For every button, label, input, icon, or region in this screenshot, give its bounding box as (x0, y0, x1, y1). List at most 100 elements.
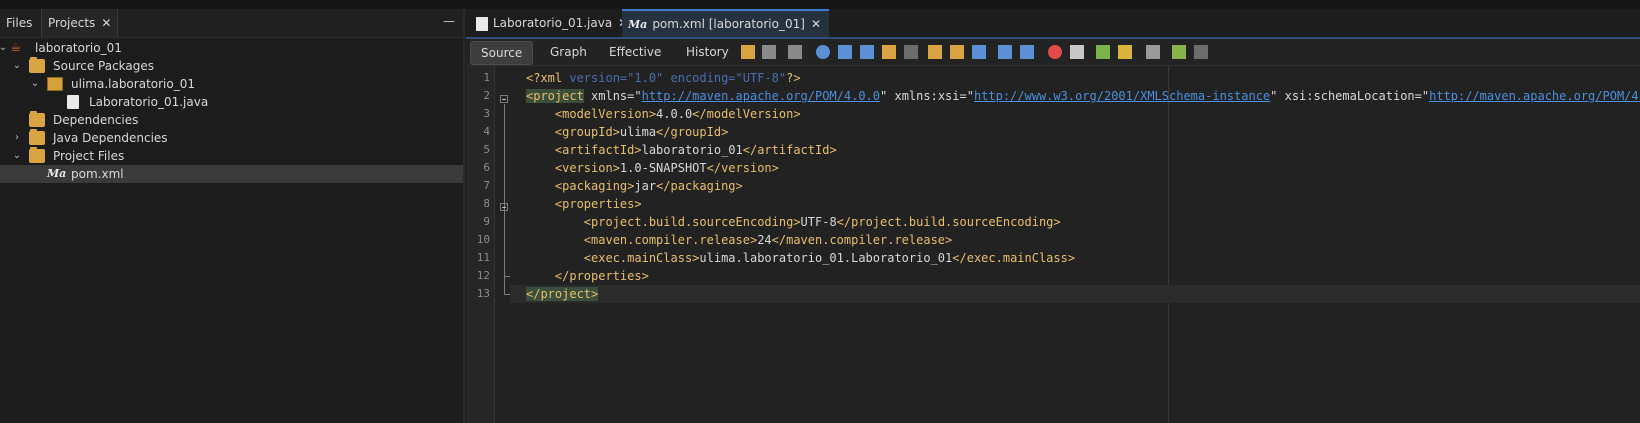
shift-left-icon[interactable] (998, 45, 1012, 59)
chevron-down-icon[interactable]: ⌄ (12, 147, 22, 165)
run-icon[interactable] (1146, 45, 1160, 59)
toggle-bookmark-icon[interactable] (972, 45, 986, 59)
tree-node-label: Project Files (53, 149, 125, 163)
maven-icon: Ma (628, 18, 648, 31)
view-effective-button[interactable]: Effective (599, 41, 671, 63)
tree-node-package[interactable]: ⌄ ulima.laboratorio_01 (0, 75, 463, 93)
rectangular-selection-icon[interactable] (904, 45, 918, 59)
line-number: 8 (483, 197, 490, 210)
maven-icon: Ma (47, 167, 67, 180)
line-number: 6 (483, 161, 490, 174)
find-next-icon[interactable] (860, 45, 874, 59)
fold-toggle[interactable] (500, 203, 508, 211)
line-number: 10 (476, 233, 490, 246)
fold-guide (504, 104, 505, 294)
fold-margin (496, 66, 510, 423)
code-line: <artifactId>laboratorio_01</artifactId> (526, 143, 837, 157)
last-edit-icon[interactable] (741, 45, 755, 59)
chevron-down-icon[interactable]: ⌄ (0, 39, 8, 57)
view-history-button[interactable]: History (676, 41, 739, 63)
editor-toolbar: Source Graph Effective History (466, 39, 1640, 66)
back-icon[interactable] (762, 45, 776, 59)
chevron-right-icon[interactable]: › (12, 129, 22, 147)
line-number: 9 (483, 215, 490, 228)
uncomment-icon[interactable] (1118, 45, 1132, 59)
chevron-down-icon[interactable]: ⌄ (12, 57, 22, 75)
line-number: 4 (483, 125, 490, 138)
tab-projects-label: Projects (48, 16, 96, 30)
tree-node-dependencies[interactable]: Dependencies (0, 111, 463, 129)
tab-projects[interactable]: Projects ✕ (41, 9, 119, 37)
line-number: 5 (483, 143, 490, 156)
fold-end (504, 276, 510, 277)
folder-icon (29, 147, 45, 163)
close-icon[interactable]: ✕ (811, 17, 821, 31)
toggle-highlight-icon[interactable] (882, 45, 896, 59)
code-line: <exec.mainClass>ulima.laboratorio_01.Lab… (526, 251, 1076, 265)
line-number: 2 (483, 89, 490, 102)
tree-node-label: Laboratorio_01.java (89, 95, 209, 109)
previous-bookmark-icon[interactable] (928, 45, 942, 59)
code-line-current: </project> (510, 285, 1640, 303)
code-line: <properties> (526, 197, 642, 211)
tree-node-label: pom.xml (71, 167, 124, 181)
panel-tabs: Files Projects ✕ — (0, 9, 463, 38)
tab-pom-xml[interactable]: Ma pom.xml [laboratorio_01] ✕ (622, 9, 829, 37)
close-icon[interactable]: ✕ (101, 16, 111, 30)
validate-xml-icon[interactable] (1172, 45, 1186, 59)
editor-tabs: Laboratorio_01.java✕ Mapom.xml [laborato… (466, 9, 1640, 39)
code-line: <modelVersion>4.0.0</modelVersion> (526, 107, 801, 121)
tree-node-label: Source Packages (53, 59, 155, 73)
tab-laboratorio-java[interactable]: Laboratorio_01.java✕ (470, 9, 636, 37)
coffee-cup-icon: ☕ (10, 40, 22, 55)
fold-toggle[interactable] (500, 95, 508, 103)
comment-icon[interactable] (1096, 45, 1110, 59)
record-macro-icon[interactable] (1048, 45, 1062, 59)
tab-files-label: Files (6, 16, 33, 30)
find-icon[interactable] (816, 45, 830, 59)
find-previous-icon[interactable] (838, 45, 852, 59)
java-file-icon (476, 16, 488, 31)
line-number: 12 (476, 269, 490, 282)
view-source-button[interactable]: Source (470, 41, 534, 65)
minimize-button[interactable]: — (443, 14, 455, 28)
tree-node-project[interactable]: ⌄ ☕ laboratorio_01 (0, 39, 463, 57)
code-line: <maven.compiler.release>24</maven.compil… (526, 233, 953, 247)
line-number: 11 (476, 251, 490, 264)
projects-panel: Files Projects ✕ — ⌄ ☕ laboratorio_01 ⌄ S… (0, 9, 465, 423)
tree-node-label: Java Dependencies (53, 131, 168, 145)
tree-node-java-dependencies[interactable]: › Java Dependencies (0, 129, 463, 147)
java-file-icon (67, 95, 79, 109)
folder-icon (29, 111, 45, 127)
stop-macro-icon[interactable] (1070, 45, 1084, 59)
code-editor[interactable]: 1 2 3 4 5 6 7 8 9 10 11 12 13 <?xml vers… (466, 66, 1640, 423)
tree-node-pom[interactable]: Ma pom.xml (0, 165, 463, 183)
code-line: <groupId>ulima</groupId> (526, 125, 729, 139)
view-graph-button[interactable]: Graph (540, 41, 597, 63)
shift-right-icon[interactable] (1020, 45, 1034, 59)
line-number: 3 (483, 107, 490, 120)
forward-icon[interactable] (788, 45, 802, 59)
tree-node-label: laboratorio_01 (35, 41, 122, 55)
line-number: 1 (483, 71, 490, 84)
tree-node-source-packages[interactable]: ⌄ Source Packages (0, 57, 463, 75)
folder-icon (29, 57, 45, 73)
code-line: </properties> (526, 269, 649, 283)
chevron-down-icon[interactable]: ⌄ (30, 75, 40, 93)
check-xml-icon[interactable] (1194, 45, 1208, 59)
next-bookmark-icon[interactable] (950, 45, 964, 59)
tree-node-project-files[interactable]: ⌄ Project Files (0, 147, 463, 165)
tab-files[interactable]: Files (0, 9, 38, 37)
tree-node-label: ulima.laboratorio_01 (71, 77, 195, 91)
tree-node-java-file[interactable]: Laboratorio_01.java (0, 93, 463, 111)
tab-label: Laboratorio_01.java (493, 16, 613, 30)
code-line: <project xmlns="http://maven.apache.org/… (526, 89, 1640, 103)
xml-code: <?xml version="1.0" encoding="UTF-8"?> <… (510, 66, 1640, 423)
editor-area: Laboratorio_01.java✕ Mapom.xml [laborato… (466, 9, 1640, 423)
package-icon (47, 77, 63, 91)
window-top-strip (0, 0, 1640, 9)
line-number: 13 (476, 287, 490, 300)
tab-label: pom.xml [laboratorio_01] (652, 17, 805, 31)
line-number-gutter: 1 2 3 4 5 6 7 8 9 10 11 12 13 (466, 66, 495, 423)
code-line: <project.build.sourceEncoding>UTF-8</pro… (526, 215, 1061, 229)
